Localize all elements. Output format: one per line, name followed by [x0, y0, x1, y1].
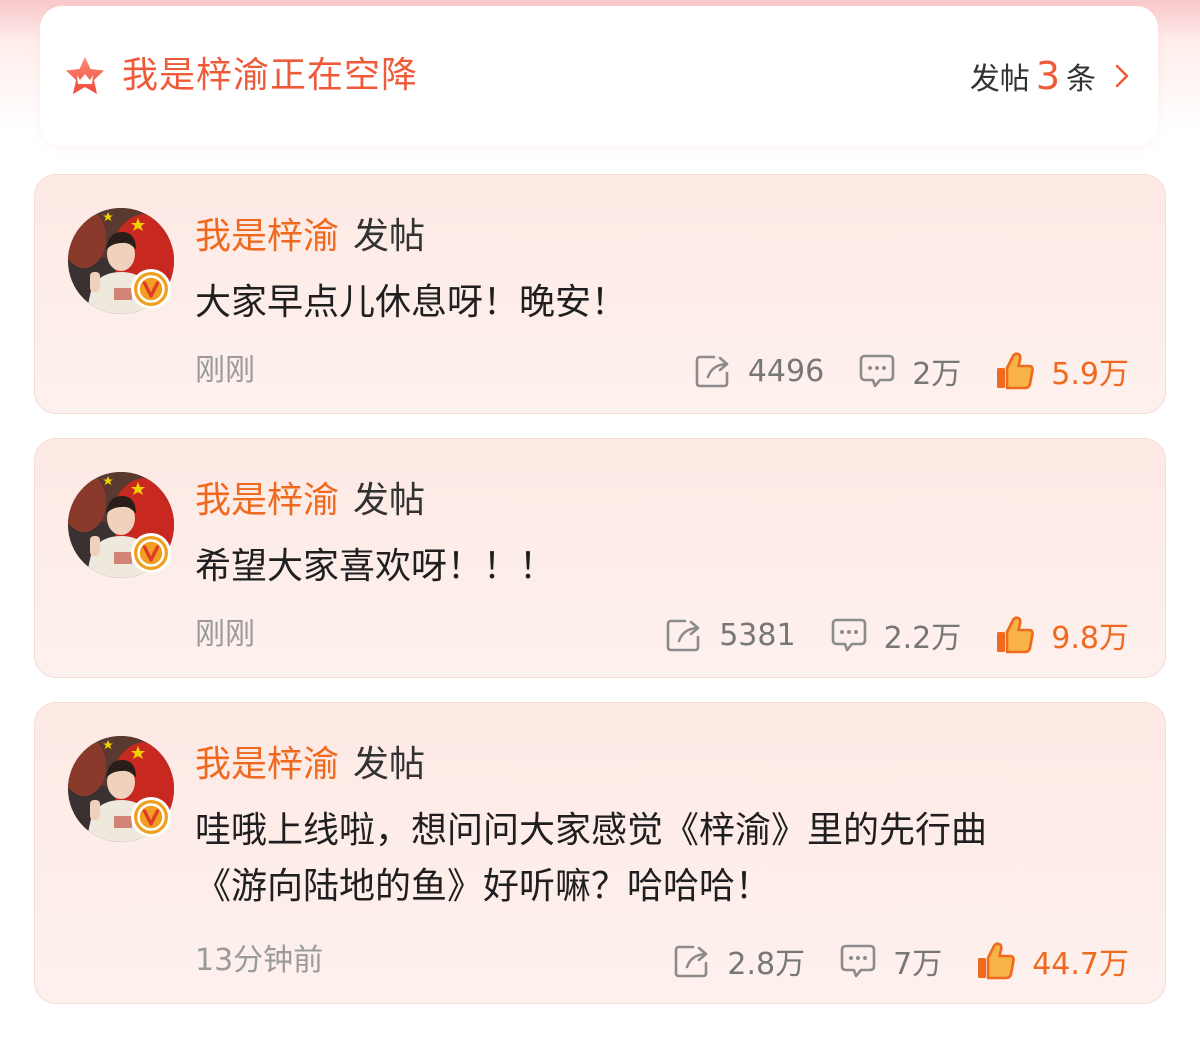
- thumbs-up-icon: [995, 352, 1035, 390]
- author-line: 我是梓渝 发帖: [195, 475, 425, 527]
- comment-count: 2.2万: [883, 621, 962, 656]
- repost-count: 5381: [719, 617, 796, 653]
- post-text: 大家早点儿休息呀！晚安！: [195, 282, 628, 323]
- repost-icon: [673, 943, 711, 979]
- verified-v-icon: [130, 532, 172, 574]
- post-card[interactable]: 我是梓渝 发帖 希望大家喜欢呀！！！ 刚刚 5381 2.2万 9.8万: [34, 438, 1166, 678]
- like-count: 9.8万: [1051, 621, 1129, 656]
- post-action-label: 发帖: [353, 744, 426, 785]
- comment-count: 7万: [893, 947, 943, 982]
- post-count-prefix: 发帖: [969, 62, 1030, 97]
- like-button[interactable]: 44.7万: [976, 939, 1129, 983]
- post-stats: 5381 2.2万 9.8万: [665, 613, 1129, 657]
- post-time: 刚刚: [195, 617, 255, 652]
- post-stats: 4496 2万 5.9万: [694, 349, 1129, 393]
- topic-title: 我是梓渝正在空降: [122, 55, 419, 96]
- repost-button[interactable]: 4496: [694, 353, 824, 389]
- comment-button[interactable]: 2万: [858, 349, 961, 393]
- post-action-label: 发帖: [353, 480, 426, 521]
- post-card[interactable]: 我是梓渝 发帖 大家早点儿休息呀！晚安！ 刚刚 4496 2万 5.9万: [34, 174, 1166, 414]
- author-line: 我是梓渝 发帖: [195, 739, 425, 791]
- repost-icon: [694, 353, 732, 389]
- repost-button[interactable]: 2.8万: [673, 939, 805, 983]
- comment-icon: [858, 353, 896, 389]
- verified-v-icon: [130, 268, 172, 310]
- star-crown-icon: [66, 57, 104, 94]
- post-time: 刚刚: [195, 353, 255, 388]
- like-count: 44.7万: [1032, 947, 1129, 982]
- author-name[interactable]: 我是梓渝: [195, 480, 339, 521]
- repost-count: 4496: [747, 353, 825, 389]
- author-line: 我是梓渝 发帖: [195, 211, 425, 263]
- repost-button[interactable]: 5381: [665, 617, 796, 653]
- post-time: 13分钟前: [195, 943, 324, 978]
- post-count-link[interactable]: 发帖 3 条: [970, 50, 1130, 102]
- like-button[interactable]: 9.8万: [995, 613, 1129, 657]
- thumbs-up-icon: [976, 942, 1016, 980]
- comment-count: 2万: [912, 357, 962, 392]
- author-name[interactable]: 我是梓渝: [195, 216, 339, 257]
- post-count-suffix: 条: [1066, 62, 1096, 97]
- repost-count: 2.8万: [727, 947, 806, 982]
- like-button[interactable]: 5.9万: [995, 349, 1129, 393]
- like-count: 5.9万: [1051, 357, 1129, 392]
- post-stats: 2.8万 7万 44.7万: [673, 939, 1129, 983]
- chevron-right-icon: [1115, 64, 1129, 88]
- verified-v-icon: [130, 796, 172, 838]
- thumbs-up-icon: [995, 616, 1035, 654]
- post-text-line: 《游向陆地的鱼》好听嘛？哈哈哈！: [195, 866, 772, 907]
- post-action-label: 发帖: [353, 216, 426, 257]
- post-text-line: 哇哦上线啦，想问问大家感觉《梓渝》里的先行曲: [195, 810, 988, 851]
- comment-icon: [839, 943, 877, 979]
- comment-icon: [830, 617, 868, 653]
- comment-button[interactable]: 7万: [839, 939, 942, 983]
- post-text: 希望大家喜欢呀！！！: [195, 546, 556, 587]
- repost-icon: [665, 617, 703, 653]
- post-card[interactable]: 我是梓渝 发帖 哇哦上线啦，想问问大家感觉《梓渝》里的先行曲 《游向陆地的鱼》好听…: [34, 702, 1166, 1004]
- post-text: 哇哦上线啦，想问问大家感觉《梓渝》里的先行曲 《游向陆地的鱼》好听嘛？哈哈哈！: [195, 803, 1115, 915]
- comment-button[interactable]: 2.2万: [830, 613, 962, 657]
- author-name[interactable]: 我是梓渝: [195, 744, 339, 785]
- post-count-number: 3: [1035, 54, 1060, 98]
